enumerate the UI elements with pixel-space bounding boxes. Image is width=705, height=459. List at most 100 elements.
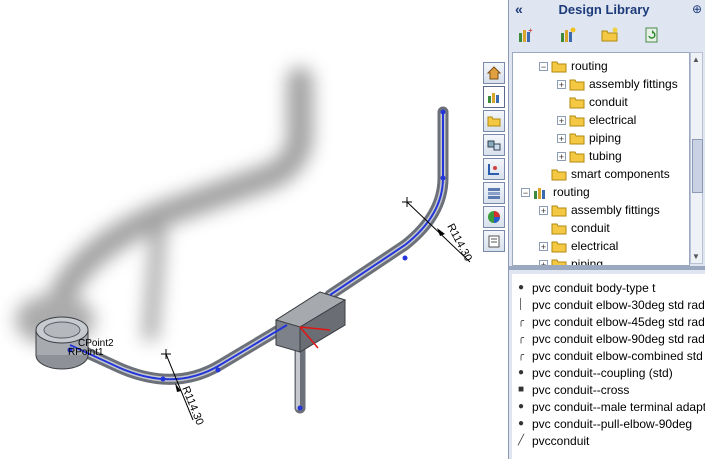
tab-design-library[interactable] bbox=[483, 86, 505, 108]
tree-item[interactable]: + piping bbox=[557, 129, 621, 147]
pin-icon[interactable]: ⊕ bbox=[692, 2, 702, 16]
tree-scrollbar[interactable]: ▲ ▼ bbox=[690, 52, 703, 264]
part-icon: ● bbox=[517, 418, 525, 429]
tree-item[interactable]: smart components bbox=[539, 165, 670, 183]
library-file-item[interactable]: ● pvc conduit body-type t bbox=[516, 279, 655, 296]
tree-item[interactable]: + electrical bbox=[557, 111, 636, 129]
design-library-icon bbox=[488, 93, 499, 103]
scrollbar-thumb[interactable] bbox=[692, 139, 703, 193]
refresh-button[interactable] bbox=[641, 24, 663, 46]
library-file-item[interactable]: ╭ pvc conduit elbow-45deg std radi bbox=[516, 313, 705, 330]
properties-icon bbox=[488, 188, 500, 199]
task-pane-tabs bbox=[480, 0, 508, 459]
folder-icon bbox=[551, 259, 567, 265]
part-icon: ╭ bbox=[517, 333, 525, 344]
add-to-library-button[interactable]: + bbox=[515, 24, 537, 46]
expand-icon[interactable]: + bbox=[557, 79, 566, 89]
tab-properties[interactable] bbox=[483, 182, 505, 204]
tree-item-label: conduit bbox=[571, 221, 610, 235]
library-file-item[interactable]: ● pvc conduit--male terminal adapt bbox=[516, 398, 705, 415]
tree-item[interactable]: conduit bbox=[557, 93, 628, 111]
library-file-item[interactable]: ╭ pvc conduit elbow-combined std bbox=[516, 347, 703, 364]
collapse-icon[interactable]: − bbox=[539, 61, 548, 71]
folder-icon bbox=[569, 79, 585, 90]
tree-item-label: conduit bbox=[589, 95, 628, 109]
rpoint-label[interactable]: RPoint1 bbox=[68, 347, 104, 358]
radius-dimension-lower[interactable]: R114.30 bbox=[161, 349, 206, 427]
folder-icon bbox=[551, 169, 567, 180]
library-file-item[interactable]: ╱ pvcconduit bbox=[516, 432, 589, 449]
folder-icon bbox=[487, 116, 501, 127]
tree-item[interactable]: + piping bbox=[539, 255, 603, 265]
folder-icon bbox=[551, 241, 567, 252]
custom-properties-icon bbox=[488, 235, 500, 248]
tree-item[interactable]: conduit bbox=[539, 219, 610, 237]
panel-title: Design Library bbox=[558, 2, 650, 17]
collapse-panel-button[interactable]: « bbox=[515, 1, 523, 17]
expand-icon[interactable]: + bbox=[539, 205, 548, 215]
folder-icon bbox=[569, 133, 585, 144]
tree-item[interactable]: − routing bbox=[521, 183, 590, 201]
tab-routing-library[interactable] bbox=[483, 158, 505, 180]
svg-text:+: + bbox=[528, 27, 533, 35]
tree-item[interactable]: + tubing bbox=[557, 147, 622, 165]
tab-view-palette[interactable] bbox=[483, 134, 505, 156]
folder-icon bbox=[569, 115, 585, 126]
pane-splitter[interactable] bbox=[509, 266, 705, 270]
graphics-viewport[interactable]: R114.30 R114.30 CPoint2 RPoint1 bbox=[0, 0, 508, 459]
part-icon: ■ bbox=[517, 384, 525, 395]
view-palette-icon bbox=[487, 140, 501, 151]
part-icon: ● bbox=[517, 282, 525, 293]
add-file-location-icon bbox=[561, 27, 576, 42]
tree-item[interactable]: − routing bbox=[539, 57, 608, 75]
scroll-up-icon[interactable]: ▲ bbox=[692, 55, 700, 64]
conduit-body-t[interactable] bbox=[274, 291, 347, 353]
folder-icon bbox=[569, 97, 585, 108]
add-file-location-button[interactable] bbox=[557, 24, 579, 46]
route-model[interactable]: R114.30 R114.30 CPoint2 RPoint1 bbox=[0, 0, 508, 459]
part-icon: ● bbox=[517, 367, 525, 378]
tab-resources[interactable] bbox=[483, 62, 505, 84]
file-item-label: pvc conduit--coupling (std) bbox=[532, 365, 673, 380]
panel-header: « Design Library ⊕ bbox=[509, 0, 705, 20]
expand-icon[interactable]: + bbox=[557, 151, 566, 161]
part-icon: ╱ bbox=[517, 435, 525, 446]
expand-icon[interactable]: + bbox=[557, 133, 566, 143]
library-file-item[interactable]: ● pvc conduit--coupling (std) bbox=[516, 364, 673, 381]
library-file-item[interactable]: │ pvc conduit elbow-30deg std radi bbox=[516, 296, 705, 313]
folder-icon bbox=[551, 205, 567, 216]
tree-item-label: assembly fittings bbox=[571, 203, 660, 217]
expand-icon[interactable]: + bbox=[557, 115, 566, 125]
dim-upper-label[interactable]: R114.30 bbox=[444, 222, 474, 264]
library-file-list[interactable]: ● pvc conduit body-type t │ pvc conduit elb… bbox=[512, 274, 705, 459]
library-tree[interactable]: − routing + assembly fittings conduit + electr… bbox=[512, 52, 690, 266]
create-new-folder-button[interactable] bbox=[599, 24, 621, 46]
tab-custom-properties[interactable] bbox=[483, 230, 505, 252]
panel-toolbar: + bbox=[509, 22, 705, 48]
tree-item-label: electrical bbox=[571, 239, 619, 253]
tree-item-label: routing bbox=[553, 185, 590, 199]
library-file-item[interactable]: ● pvc conduit--pull-elbow-90deg bbox=[516, 415, 692, 432]
file-item-label: pvc conduit--cross bbox=[532, 382, 630, 397]
scroll-down-icon[interactable]: ▼ bbox=[692, 252, 700, 261]
library-icon bbox=[534, 187, 545, 199]
tab-file-explorer[interactable] bbox=[483, 110, 505, 132]
tree-item-label: routing bbox=[571, 59, 608, 73]
tree-item[interactable]: + electrical bbox=[539, 237, 618, 255]
file-item-label: pvc conduit elbow-45deg std radi bbox=[532, 314, 705, 329]
tree-item[interactable]: + assembly fittings bbox=[557, 75, 678, 93]
part-icon: ╭ bbox=[517, 316, 525, 327]
tree-item-label: piping bbox=[589, 131, 622, 145]
part-icon: ● bbox=[517, 401, 525, 412]
expand-icon[interactable]: + bbox=[539, 241, 548, 251]
library-file-item[interactable]: ╭ pvc conduit elbow-90deg std radi bbox=[516, 330, 705, 347]
collapse-icon[interactable]: − bbox=[521, 187, 530, 197]
conduit-pipe[interactable] bbox=[64, 106, 449, 414]
dim-lower-label[interactable]: R114.30 bbox=[179, 385, 205, 427]
file-item-label: pvc conduit elbow-30deg std radi bbox=[532, 297, 705, 312]
library-file-item[interactable]: ■ pvc conduit--cross bbox=[516, 381, 629, 398]
tree-item[interactable]: + assembly fittings bbox=[539, 201, 660, 219]
tree-item-label: tubing bbox=[589, 149, 622, 163]
tab-appearances[interactable] bbox=[483, 206, 505, 228]
design-library-panel: « Design Library ⊕ + − routing + assembly f… bbox=[508, 0, 705, 459]
